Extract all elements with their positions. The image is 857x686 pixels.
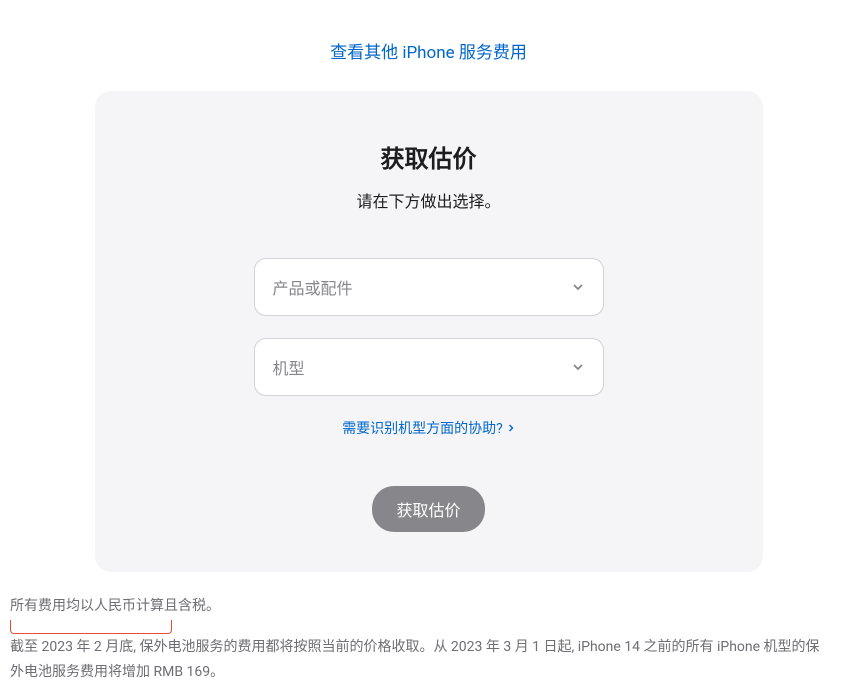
top-link-container: 查看其他 iPhone 服务费用 [0, 0, 857, 91]
get-estimate-button[interactable]: 获取估价 [372, 486, 484, 532]
product-select[interactable]: 产品或配件 [254, 258, 604, 316]
view-other-fees-link[interactable]: 查看其他 iPhone 服务费用 [330, 43, 527, 63]
chevron-down-icon [571, 280, 585, 294]
footer-line-1: 所有费用均以人民币计算且含税。 [10, 594, 830, 619]
product-select-placeholder: 产品或配件 [273, 275, 353, 299]
card-title: 获取估价 [135, 139, 723, 174]
highlighted-price-text: 费用将增加 RMB 169。 [80, 664, 224, 680]
estimate-card: 获取估价 请在下方做出选择。 产品或配件 机型 需要识别机型方面的协助? 获取估… [95, 91, 763, 572]
card-subtitle: 请在下方做出选择。 [135, 188, 723, 212]
identify-model-help-link[interactable]: 需要识别机型方面的协助? [342, 418, 515, 438]
model-select-placeholder: 机型 [273, 355, 305, 379]
footer-line-2: 截至 2023 年 2 月底, 保外电池服务的费用都将按照当前的价格收取。从 2… [10, 635, 830, 685]
help-link-container: 需要识别机型方面的协助? [135, 418, 723, 438]
model-select[interactable]: 机型 [254, 338, 604, 396]
chevron-down-icon [571, 360, 585, 374]
chevron-right-icon [507, 424, 515, 432]
footer-disclaimer: 所有费用均以人民币计算且含税。 截至 2023 年 2 月底, 保外电池服务的费… [10, 594, 830, 686]
help-link-text: 需要识别机型方面的协助? [342, 418, 503, 438]
